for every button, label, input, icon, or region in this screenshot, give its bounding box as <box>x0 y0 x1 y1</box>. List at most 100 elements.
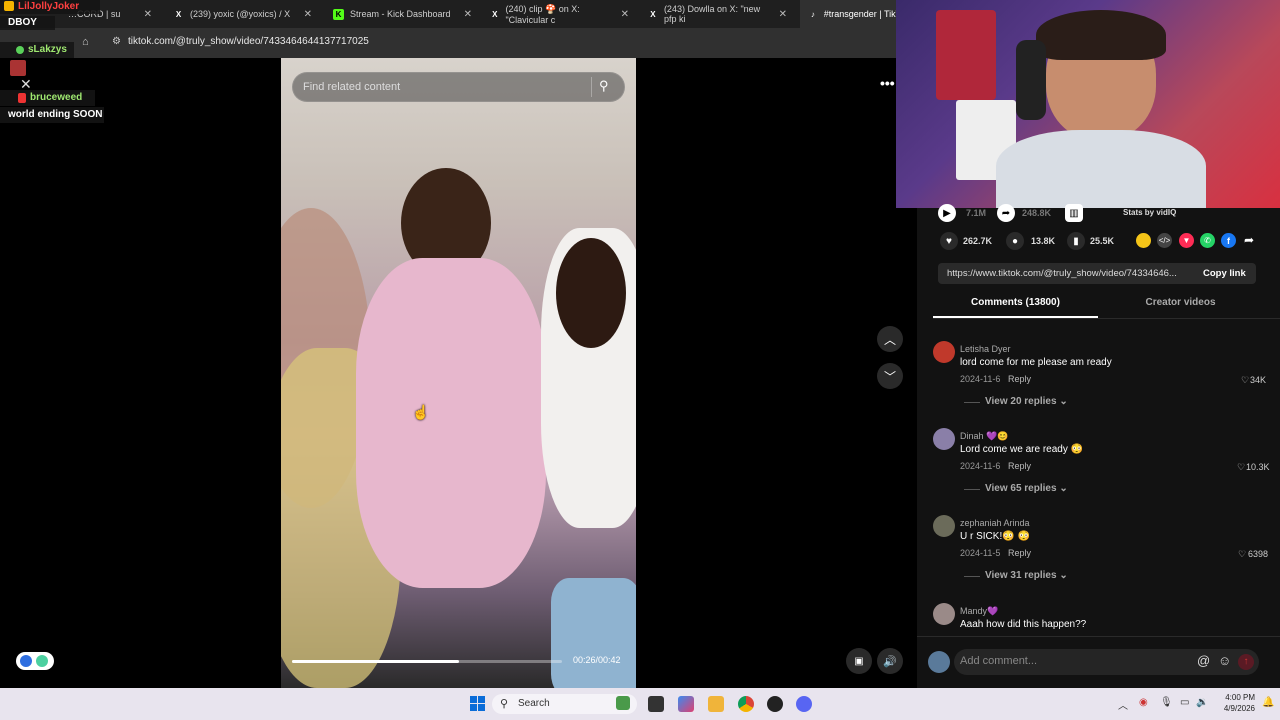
share-link-text[interactable]: https://www.tiktok.com/@truly_show/video… <box>947 268 1177 279</box>
video-player[interactable] <box>281 58 636 688</box>
video-progress-bar[interactable] <box>292 660 562 663</box>
windows-logo-icon <box>478 704 485 711</box>
miniplayer-button[interactable]: ▣ <box>846 648 872 674</box>
avatar[interactable] <box>933 603 955 625</box>
volume-icon[interactable]: 🔉 <box>1196 697 1208 708</box>
save-count: 25.5K <box>1090 236 1115 246</box>
volume-button[interactable]: 🔊 <box>877 648 903 674</box>
extension-launcher[interactable] <box>16 652 54 670</box>
embed-icon[interactable]: </> <box>1157 233 1172 248</box>
clock-date: 4/9/2026 <box>1223 704 1255 713</box>
chat-line-bruceweed: bruceweed <box>0 90 95 106</box>
comment-username[interactable]: Letisha Dyer <box>960 344 1011 354</box>
replies-line <box>964 489 980 490</box>
microphone-icon[interactable]: 🎙 <box>1160 697 1173 708</box>
network-icon[interactable]: ▭ <box>1180 697 1189 708</box>
site-info-icon[interactable]: ⚙ <box>112 36 121 47</box>
more-options-icon[interactable]: ••• <box>880 75 895 91</box>
mention-icon[interactable]: @ <box>1197 653 1210 668</box>
video-figure <box>356 258 546 588</box>
avatar[interactable] <box>933 515 955 537</box>
send-icon[interactable]: ▼ <box>1179 233 1194 248</box>
tiktok-logo-icon: ♪ <box>810 9 815 19</box>
comment-likes: 34K <box>1250 375 1267 385</box>
chat-username: bruceweed <box>30 92 83 103</box>
tab-x-yoxic[interactable]: X (239) yoxic (@yoxics) / X ✕ <box>165 0 320 28</box>
heart-icon[interactable]: ♡ <box>1238 549 1246 560</box>
vidiq-stats-label[interactable]: Stats by vidIQ <box>1123 208 1176 217</box>
tab-label: (239) yoxic (@yoxics) / X <box>190 9 291 19</box>
tab-kick-dashboard[interactable]: K Stream - Kick Dashboard ✕ <box>325 0 480 28</box>
view-replies-label: View 31 replies <box>985 570 1057 581</box>
tab-divider <box>933 318 1280 319</box>
reply-button[interactable]: Reply <box>1008 374 1031 384</box>
view-replies-button[interactable]: View 65 replies ⌄ <box>985 483 1068 494</box>
copilot-icon[interactable] <box>678 696 694 712</box>
copy-link-button[interactable]: Copy link <box>1203 268 1246 279</box>
video-figure <box>556 238 626 348</box>
tab-x-dowlla[interactable]: X (243) Dowlla on X: "new pfp ki ✕ <box>640 0 795 28</box>
comment-date: 2024-11-6 <box>960 461 1001 471</box>
chevron-down-icon: ﹀ <box>883 369 896 384</box>
start-button[interactable] <box>470 696 485 711</box>
taskbar-clock[interactable]: 4:00 PM 4/9/2026 <box>1210 692 1255 714</box>
chat-username: sLakzys <box>28 44 67 55</box>
tray-app-icon[interactable]: ◉ <box>1139 697 1148 708</box>
heart-icon[interactable]: ♥ <box>940 232 958 250</box>
view-replies-button[interactable]: View 31 replies ⌄ <box>985 570 1068 581</box>
bookmark-icon[interactable]: ▮ <box>1067 232 1085 250</box>
close-icon[interactable]: ✕ <box>621 9 637 20</box>
close-icon[interactable]: ✕ <box>304 9 320 20</box>
avatar[interactable] <box>933 341 955 363</box>
miniplayer-icon: ▣ <box>854 655 864 667</box>
comment-username[interactable]: Dinah 💜😊 <box>960 431 1008 442</box>
taskbar-search[interactable]: ⚲ Search <box>492 694 637 714</box>
tab-creator-videos[interactable]: Creator videos <box>1098 297 1263 308</box>
chat-message: world ending SOON <box>0 107 104 123</box>
emoji-icon[interactable]: ☺ <box>1218 653 1231 668</box>
obs-icon[interactable] <box>767 696 783 712</box>
close-icon[interactable]: ✕ <box>144 9 160 20</box>
tab-x-clip[interactable]: X (240) clip 🍄 on X: "Clavicular c ✕ <box>482 0 637 28</box>
home-icon[interactable]: ⌂ <box>82 36 89 48</box>
file-explorer-icon[interactable] <box>708 696 724 712</box>
comment-text: Aaah how did this happen?? <box>960 619 1087 630</box>
view-replies-label: View 20 replies <box>985 396 1057 407</box>
tab-comments[interactable]: Comments (13800) <box>933 297 1098 308</box>
close-icon[interactable]: ✕ <box>779 9 795 20</box>
heart-icon[interactable]: ♡ <box>1241 375 1249 386</box>
next-video-button[interactable]: ﹀ <box>877 363 903 389</box>
tab-tiktok[interactable]: ♪ #transgender | TikTok <box>800 0 900 28</box>
view-replies-button[interactable]: View 20 replies ⌄ <box>985 396 1068 407</box>
notification-icon[interactable]: 🔔 <box>1262 697 1274 708</box>
comment-username[interactable]: zephaniah Arinda <box>960 518 1030 528</box>
extension-icon <box>36 655 48 667</box>
search-icon[interactable]: ⚲ <box>599 78 609 94</box>
task-view-icon[interactable] <box>648 696 664 712</box>
play-count: 7.1M <box>966 208 987 218</box>
comment-date: 2024-11-5 <box>960 548 1001 558</box>
facebook-icon[interactable]: f <box>1221 233 1236 248</box>
heart-icon[interactable]: ♡ <box>1237 462 1245 473</box>
comment-icon[interactable]: ● <box>1006 232 1024 250</box>
post-comment-button[interactable]: ↑ <box>1238 654 1254 670</box>
coin-icon[interactable] <box>1136 233 1151 248</box>
related-search-input[interactable] <box>303 73 583 101</box>
chrome-icon[interactable] <box>738 696 754 712</box>
avatar[interactable] <box>933 428 955 450</box>
streamer-shirt <box>996 130 1206 208</box>
comment-username[interactable]: Mandy💜 <box>960 606 998 617</box>
url-field[interactable]: tiktok.com/@truly_show/video/74334646441… <box>128 36 369 47</box>
headphones <box>1016 40 1046 120</box>
share-arrow-icon[interactable]: ➦ <box>1244 233 1254 247</box>
chevron-up-icon[interactable]: ︿ <box>1118 697 1128 712</box>
whatsapp-icon[interactable]: ✆ <box>1200 233 1215 248</box>
video-time: 00:26/00:42 <box>573 655 621 665</box>
discord-icon[interactable] <box>796 696 812 712</box>
comment-input[interactable]: Add comment... <box>960 655 1037 667</box>
windows-logo-icon <box>470 704 477 711</box>
reply-button[interactable]: Reply <box>1008 548 1031 558</box>
previous-video-button[interactable]: ︿ <box>877 326 903 352</box>
close-icon[interactable]: ✕ <box>464 9 480 20</box>
reply-button[interactable]: Reply <box>1008 461 1031 471</box>
